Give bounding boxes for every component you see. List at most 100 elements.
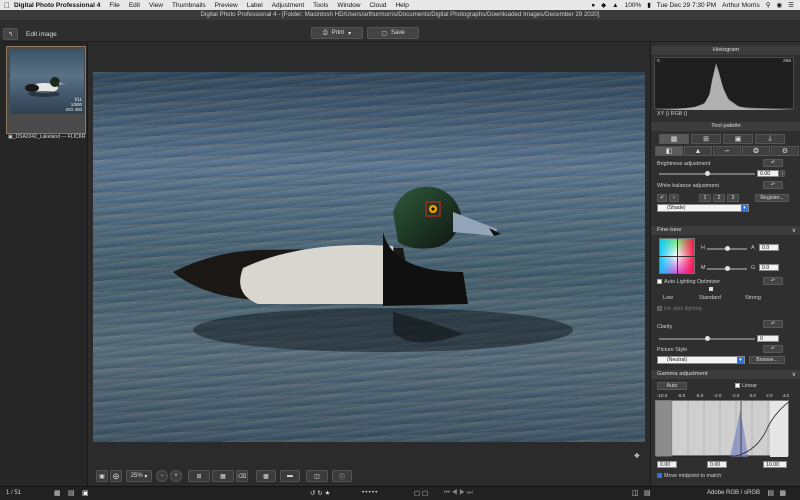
user-name[interactable]: Arthur Morris [722,2,760,9]
tab-color[interactable]: ▣ [723,134,753,144]
wb-preset-1[interactable]: 1 [699,194,711,202]
brightness-knob[interactable] [704,171,710,176]
wb-preset-2[interactable]: 2 [713,194,725,202]
m-knob[interactable] [725,266,730,271]
ink-checkbox[interactable] [657,306,662,311]
save-button[interactable]: ▢ Save [367,27,419,39]
alo-checkbox[interactable] [657,279,662,284]
gamma-graph[interactable] [655,400,790,457]
move-midpoint-checkbox[interactable] [657,473,662,478]
brightness-stepper[interactable]: ↕ [780,170,785,177]
wb-preset-3[interactable]: 3 [727,194,739,202]
menu-file[interactable]: File [109,2,119,9]
wb-picker-button[interactable]: ○ [669,194,679,202]
tab-basic[interactable]: ▦ [659,134,689,144]
print-button[interactable]: ⎙ Print ▾ [311,27,363,39]
wb-eyedropper-button[interactable]: ✐ [657,194,667,202]
actual-size-button[interactable]: ⨁ [110,470,122,482]
h-knob[interactable] [725,246,730,251]
alo-reset-button[interactable]: ↶ [763,277,783,285]
single-view-icon[interactable]: ▣ [82,489,89,497]
menu-edit[interactable]: Edit [129,2,140,9]
compare-view-icon[interactable]: ◫ [632,489,639,497]
siri-icon[interactable]: ◉ [777,1,783,9]
thumbnail-item[interactable]: f/11 1/500 ISO 400 ▣_DSA0342_Lakeland — … [6,46,86,140]
view-mode-button[interactable]: ▩ [256,470,276,482]
wb-reset-button[interactable]: ↶ [763,181,783,189]
creative-cloud-icon[interactable]: ● [591,2,595,9]
picture-style-reset-button[interactable]: ↶ [763,345,783,353]
a-value[interactable]: 0.0 [759,244,779,251]
compare-button[interactable]: ◫ [306,470,328,482]
menu-view[interactable]: View [149,2,163,9]
check-mark-icons[interactable]: ▢ ▢ [414,489,428,497]
soft-proof-icon[interactable]: ▤ [767,489,774,497]
crop-tool-button[interactable]: ⊞ [188,470,210,482]
grid-view-icon[interactable]: ▦ [54,489,61,497]
wb-preset-select[interactable]: (Shade) ▾ [657,204,749,212]
clarity-value[interactable]: 0 [757,335,779,342]
brightness-reset-button[interactable]: ↶ [763,159,783,167]
wb-register-button[interactable]: Register... [755,194,789,202]
tab-detail[interactable]: ⤓ [755,134,785,144]
gamma-left-value[interactable]: 0.00 [657,461,677,468]
control-center-icon[interactable]: ☰ [788,1,794,9]
chevron-down-icon[interactable]: ∨ [792,227,796,234]
apple-icon[interactable]:  [0,1,14,10]
tool-palette-header[interactable]: Tool palette [651,122,800,131]
tab-tone-curve[interactable]: ▲ [684,146,712,156]
dropbox-icon[interactable]: ◆ [601,1,606,9]
browse-button[interactable]: Browse... [749,356,785,364]
menu-tools[interactable]: Tools [313,2,328,9]
menu-help[interactable]: Help [395,2,408,9]
filmstrip-toggle-icon[interactable]: ▤ [644,489,651,497]
clarity-knob[interactable] [705,336,710,341]
tab-tone[interactable]: ⊞ [691,134,721,144]
panel-toggle-icon[interactable]: ▦ [779,489,786,497]
grid-tool-button[interactable]: ▦ [212,470,234,482]
picture-style-select[interactable]: (Neutral) ▾ [657,356,745,364]
chevron-down-icon[interactable]: ∨ [792,371,796,378]
alo-level-marker[interactable] [709,287,713,291]
datetime[interactable]: Tue Dec 29 7:30 PM [657,2,716,9]
clarity-reset-button[interactable]: ↶ [763,320,783,328]
tab-settings[interactable]: ⚙ [771,146,799,156]
zoom-out-button[interactable]: − [156,470,168,482]
compass-icon[interactable]: ❖ [634,452,640,460]
main-photo[interactable] [93,72,645,442]
brightness-value[interactable]: 0.00 [757,170,779,177]
menu-label[interactable]: Label [247,2,263,9]
g-value[interactable]: 0.0 [759,264,779,271]
menu-thumbnails[interactable]: Thumbnails [172,2,206,9]
navigation-icons[interactable]: ⏮ ◀ ▶ ⏭ [444,489,473,497]
gamma-header[interactable]: Gamma adjustment [651,370,800,379]
info-button[interactable]: ⓘ [332,470,352,482]
menu-adjustment[interactable]: Adjustment [272,2,305,9]
fine-tune-header[interactable]: Fine-tune [651,226,800,235]
gamma-right-value[interactable]: 10.00 [763,461,787,468]
menu-app-name[interactable]: Digital Photo Professional 4 [14,2,100,9]
wifi-icon[interactable]: ▲ [612,2,618,9]
tab-curve[interactable]: ∽ [713,146,741,156]
histogram-header[interactable]: Histogram [651,46,800,55]
search-icon[interactable]: ⚲ [766,1,771,9]
zoom-select[interactable]: 25% ▾ [126,470,152,482]
gamma-mid-value[interactable]: 0.00 [707,461,727,468]
menu-window[interactable]: Window [337,2,360,9]
battery-icon[interactable]: ▮ [647,1,651,9]
list-view-icon[interactable]: ▤ [68,489,75,497]
af-point-button[interactable]: ▬ [280,470,300,482]
zoom-in-button[interactable]: + [170,470,182,482]
linear-checkbox[interactable] [735,383,740,388]
status-bar: 1 / 51 ▦ ▤ ▣ ↺ ↻ ★ ••••• ▢ ▢ ⏮ ◀ ▶ ⏭ ◫ ▤… [0,486,800,500]
tab-hsl[interactable]: ❂ [742,146,770,156]
gamma-auto-button[interactable]: Auto [657,382,687,390]
back-button[interactable]: ↰ [3,28,18,40]
tab-brightness[interactable]: ◧ [655,146,683,156]
menu-preview[interactable]: Preview [215,2,238,9]
rotate-icons[interactable]: ↺ ↻ ★ [310,489,330,497]
menu-cloud[interactable]: Cloud [369,2,386,9]
rating-icons[interactable]: ••••• [362,489,378,496]
fit-screen-button[interactable]: ▣ [96,470,108,482]
trash-tool-button[interactable]: ⌫ [236,470,248,482]
